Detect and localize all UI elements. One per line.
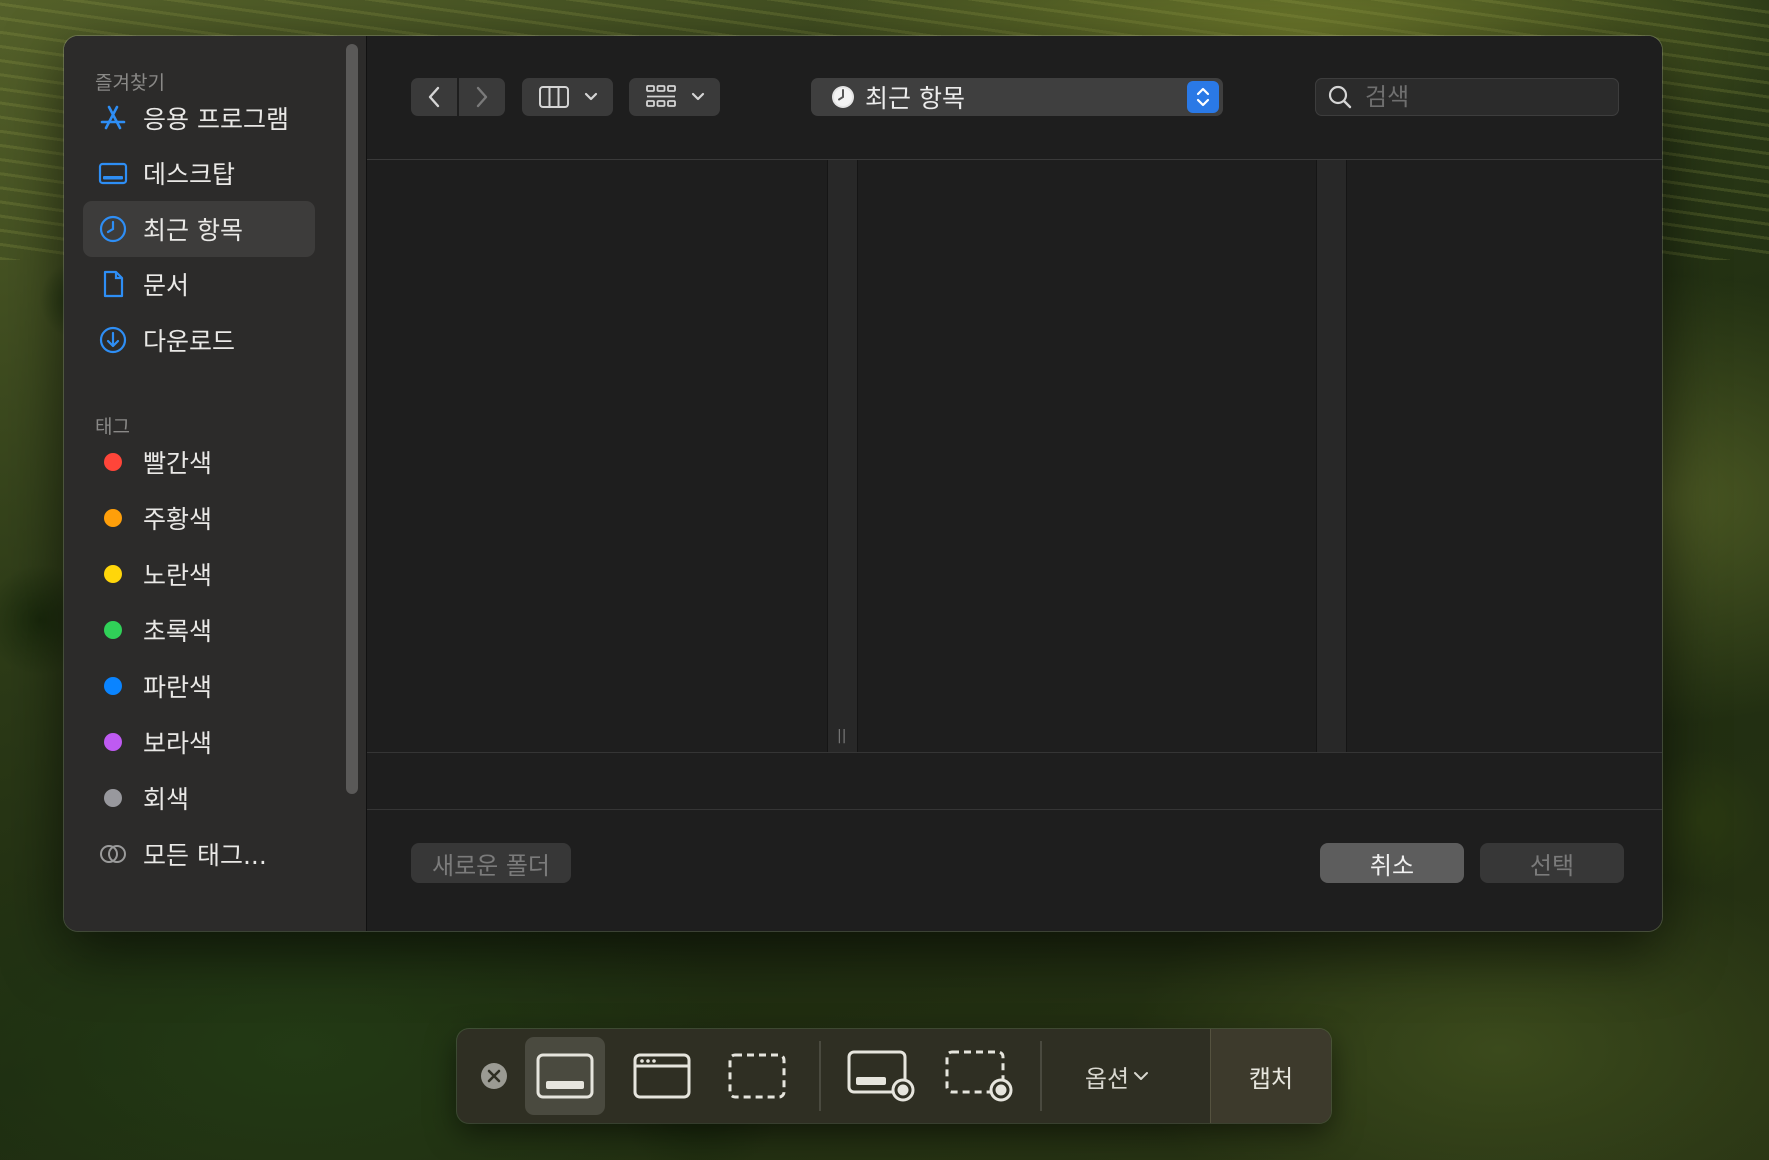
sidebar-item-label: 보라색: [143, 729, 213, 758]
record-entire-screen-button[interactable]: [837, 1037, 927, 1115]
sidebar-item-label: 데스크탑: [143, 160, 236, 189]
sidebar-item-label: 초록색: [143, 617, 213, 646]
window-capture-icon: [633, 1053, 691, 1099]
tag-dot-icon: [104, 453, 122, 471]
column-divider[interactable]: ||: [827, 160, 858, 752]
group-by-button[interactable]: [629, 78, 720, 116]
sidebar-tag-yellow[interactable]: 노란색: [83, 546, 315, 602]
desktop-icon: [97, 157, 129, 189]
select-button[interactable]: 선택: [1480, 843, 1624, 883]
sidebar-tag-red[interactable]: 빨간색: [83, 434, 315, 490]
chevron-down-icon: [584, 92, 597, 101]
dialog-footer: 새로운 폴더 취소 선택: [367, 810, 1662, 931]
sidebar-item-documents[interactable]: 문서: [83, 256, 315, 312]
sidebar-tag-green[interactable]: 초록색: [83, 602, 315, 658]
record-selection-icon: [945, 1050, 1013, 1102]
tag-dot-icon: [104, 733, 122, 751]
tag-dot-icon: [104, 677, 122, 695]
chevron-left-icon: [428, 86, 440, 108]
download-icon: [97, 324, 129, 356]
chevron-down-icon: [1134, 1072, 1149, 1080]
sidebar-item-label: 응용 프로그램: [143, 105, 289, 134]
tag-dot-icon: [104, 509, 122, 527]
sidebar-item-downloads[interactable]: 다운로드: [83, 312, 315, 368]
screenshot-toolbar: 옵션 캡처: [457, 1029, 1331, 1123]
close-capture-button[interactable]: [477, 1037, 511, 1115]
sidebar-tag-gray[interactable]: 회색: [83, 770, 315, 826]
open-dialog: 즐겨찾기 응용 프로그램 데스크탑 최근 항목 문서 다운로드 태그 빨간색 주…: [64, 36, 1662, 931]
updown-arrows-icon: [1187, 81, 1219, 113]
resize-grip-icon[interactable]: ||: [837, 728, 846, 744]
clock-icon: [97, 213, 129, 245]
selection-capture-icon: [728, 1053, 786, 1099]
capture-selection-button[interactable]: [717, 1037, 797, 1115]
sidebar-item-label: 다운로드: [143, 327, 236, 356]
search-field[interactable]: [1315, 78, 1619, 116]
sidebar-item-applications[interactable]: 응용 프로그램: [83, 90, 315, 146]
separator: [819, 1041, 821, 1111]
recents-clock-icon: [832, 86, 854, 108]
sidebar-item-label: 모든 태그...: [143, 841, 267, 870]
chevron-right-icon: [476, 86, 488, 108]
app-store-icon: [97, 102, 129, 134]
cancel-button[interactable]: 취소: [1320, 843, 1464, 883]
sidebar-tag-orange[interactable]: 주황색: [83, 490, 315, 546]
sidebar-item-label: 최근 항목: [143, 216, 243, 245]
tag-dot-icon: [104, 565, 122, 583]
tag-dot-icon: [104, 789, 122, 807]
dialog-toolbar: 최근 항목: [367, 36, 1662, 160]
columns-view-icon: [538, 86, 569, 108]
forward-button[interactable]: [459, 78, 505, 116]
sidebar-item-label: 노란색: [143, 561, 213, 590]
sidebar-item-label: 파란색: [143, 673, 213, 702]
sidebar-item-recents[interactable]: 최근 항목: [83, 201, 315, 257]
sidebar: 즐겨찾기 응용 프로그램 데스크탑 최근 항목 문서 다운로드 태그 빨간색 주…: [64, 36, 367, 931]
back-button[interactable]: [411, 78, 457, 116]
options-menu-button[interactable]: 옵션: [1057, 1029, 1177, 1123]
sidebar-item-label: 문서: [143, 271, 190, 300]
close-icon: [481, 1063, 507, 1089]
separator: [1040, 1041, 1042, 1111]
sidebar-tag-purple[interactable]: 보라색: [83, 714, 315, 770]
location-label: 최근 항목: [865, 84, 965, 113]
record-selection-button[interactable]: [935, 1037, 1025, 1115]
document-icon: [97, 268, 129, 300]
sidebar-scrollbar[interactable]: [346, 44, 358, 794]
search-icon: [1328, 85, 1352, 109]
tag-dot-icon: [104, 621, 122, 639]
sidebar-item-label: 빨간색: [143, 449, 213, 478]
search-input[interactable]: [1363, 82, 1587, 112]
sidebar-tag-blue[interactable]: 파란색: [83, 658, 315, 714]
capture-entire-screen-button[interactable]: [525, 1037, 605, 1115]
view-mode-button[interactable]: [522, 78, 613, 116]
options-label: 옵션: [1084, 1064, 1130, 1093]
capture-window-button[interactable]: [622, 1037, 702, 1115]
chevron-down-icon: [691, 92, 704, 101]
record-screen-icon: [847, 1050, 915, 1102]
sidebar-all-tags[interactable]: 모든 태그...: [83, 826, 315, 882]
grid-icon: [645, 85, 676, 107]
sidebar-item-label: 회색: [143, 785, 190, 814]
sidebar-item-desktop[interactable]: 데스크탑: [83, 145, 315, 201]
location-popup[interactable]: 최근 항목: [811, 78, 1223, 116]
column-divider[interactable]: [1316, 160, 1347, 752]
capture-button[interactable]: 캡처: [1210, 1029, 1331, 1123]
column-browser[interactable]: ||: [367, 160, 1662, 752]
new-folder-button[interactable]: 새로운 폴더: [411, 843, 571, 883]
sidebar-item-label: 주황색: [143, 505, 213, 534]
path-bar: [367, 753, 1662, 810]
entire-screen-icon: [536, 1053, 594, 1099]
all-tags-icon: [97, 838, 129, 870]
